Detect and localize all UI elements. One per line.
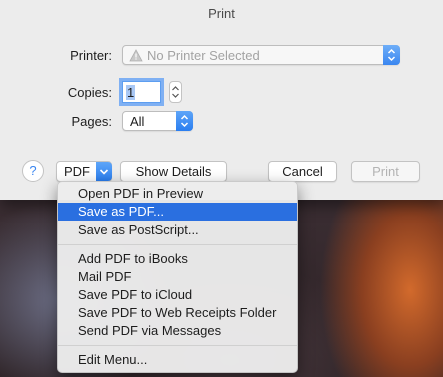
- copies-field[interactable]: 1: [122, 81, 161, 103]
- menu-item-save-as-pdf[interactable]: Save as PDF...: [58, 203, 297, 221]
- chevron-down-icon: [99, 169, 109, 175]
- printer-popup[interactable]: No Printer Selected: [122, 45, 400, 65]
- window-title: Print: [208, 6, 235, 21]
- menu-item-save-pdf-to-icloud[interactable]: Save PDF to iCloud: [58, 286, 297, 304]
- menu-item-add-pdf-to-ibooks[interactable]: Add PDF to iBooks: [58, 250, 297, 268]
- menu-separator: [58, 244, 297, 245]
- printer-label: Printer:: [70, 48, 112, 63]
- warning-triangle-icon: [129, 49, 143, 65]
- copies-value: 1: [126, 85, 136, 100]
- menu-item-mail-pdf[interactable]: Mail PDF: [58, 268, 297, 286]
- pages-popup[interactable]: All: [122, 111, 193, 131]
- copies-label: Copies:: [67, 85, 112, 100]
- print-button[interactable]: Print: [351, 161, 420, 182]
- menu-separator: [58, 345, 297, 346]
- pages-value: All: [130, 114, 145, 129]
- pdf-dropdown-arrow[interactable]: [96, 162, 112, 181]
- stepper-arrows-icon: [172, 86, 179, 98]
- show-details-button[interactable]: Show Details: [120, 161, 227, 182]
- copies-stepper[interactable]: [169, 81, 182, 103]
- popup-arrows-icon: [176, 111, 193, 131]
- pdf-menu: Open PDF in Preview Save as PDF... Save …: [57, 181, 298, 373]
- cancel-button[interactable]: Cancel: [268, 161, 337, 182]
- menu-item-save-pdf-to-web-receipts[interactable]: Save PDF to Web Receipts Folder: [58, 304, 297, 322]
- pdf-button-label: PDF: [64, 164, 90, 179]
- menu-item-open-pdf-in-preview[interactable]: Open PDF in Preview: [58, 185, 297, 203]
- menu-item-edit-menu[interactable]: Edit Menu...: [58, 351, 297, 369]
- menu-item-send-pdf-via-messages[interactable]: Send PDF via Messages: [58, 322, 297, 340]
- help-button[interactable]: ?: [22, 160, 44, 182]
- pages-label: Pages:: [71, 114, 112, 129]
- printer-value: No Printer Selected: [147, 48, 260, 63]
- menu-item-save-as-postscript[interactable]: Save as PostScript...: [58, 221, 297, 239]
- popup-arrows-icon: [383, 45, 400, 65]
- print-dialog: Print Printer: No Printer Selected Copie…: [0, 0, 443, 200]
